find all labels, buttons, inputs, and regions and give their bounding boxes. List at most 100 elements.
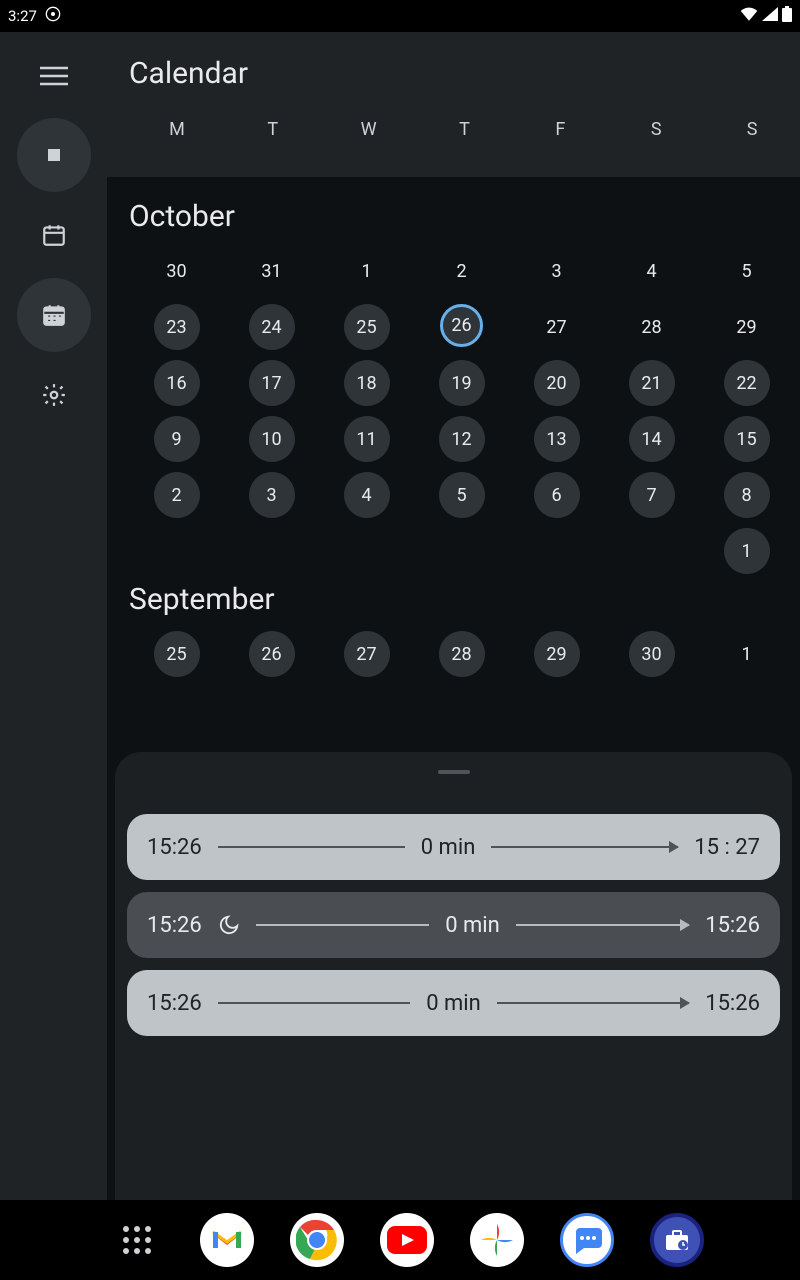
weekday-label: T: [417, 119, 513, 140]
calendar-day[interactable]: 18: [344, 360, 390, 406]
calendar-day[interactable]: 4: [629, 248, 675, 294]
sidebar: [0, 32, 107, 1200]
entry-duration: 0 min: [421, 835, 476, 860]
calendar-day[interactable]: 27: [534, 304, 580, 350]
battery-icon: [782, 6, 792, 26]
app-youtube[interactable]: [380, 1213, 434, 1267]
app-messages[interactable]: [560, 1213, 614, 1267]
wifi-icon: [740, 7, 758, 25]
calendar-day[interactable]: 20: [534, 360, 580, 406]
weekday-label: M: [129, 119, 225, 140]
calendar-day[interactable]: 8: [724, 472, 770, 518]
entry-duration: 0 min: [445, 913, 500, 938]
messages-icon: [572, 1226, 602, 1254]
calendar-day[interactable]: 31: [249, 248, 295, 294]
nav-bar: [0, 1200, 800, 1280]
calendar-day[interactable]: 1: [724, 631, 770, 677]
weekday-label: S: [608, 119, 704, 140]
calendar-day[interactable]: 1: [724, 528, 770, 574]
time-entry[interactable]: 15:26 0 min 15:26: [127, 892, 780, 958]
time-entry[interactable]: 15:260 min15 : 27: [127, 814, 780, 880]
calendar-day: [344, 528, 390, 574]
calendar-day[interactable]: 14: [629, 416, 675, 462]
entry-arrow: [491, 846, 678, 848]
calendar-day[interactable]: 19: [439, 360, 485, 406]
calendar-day[interactable]: 13: [534, 416, 580, 462]
entry-duration: 0 min: [426, 991, 481, 1016]
calendar-day[interactable]: 29: [724, 304, 770, 350]
weekday-label: W: [321, 119, 417, 140]
entry-end: 15:26: [705, 913, 760, 938]
calendar-day[interactable]: 3: [249, 472, 295, 518]
calendar-day[interactable]: 4: [344, 472, 390, 518]
sidebar-item-month[interactable]: [17, 278, 91, 352]
app-drawer-button[interactable]: [110, 1213, 164, 1267]
calendar-day[interactable]: 11: [344, 416, 390, 462]
header: Calendar MTWTFSS: [107, 32, 800, 177]
calendar-day[interactable]: 30: [154, 248, 200, 294]
calendar-day[interactable]: 29: [534, 631, 580, 677]
app-photos[interactable]: [470, 1213, 524, 1267]
calendar-day[interactable]: 15: [724, 416, 770, 462]
calendar-day[interactable]: 5: [439, 472, 485, 518]
app-chrome[interactable]: [290, 1213, 344, 1267]
page-title: Calendar: [129, 32, 800, 119]
calendar-day[interactable]: 30: [629, 631, 675, 677]
calendar-day[interactable]: 22: [724, 360, 770, 406]
stop-icon: [48, 149, 60, 161]
calendar-day[interactable]: 2: [154, 472, 200, 518]
calendar-day[interactable]: 25: [344, 304, 390, 350]
calendar-day[interactable]: 5: [724, 248, 770, 294]
calendar-day[interactable]: 25: [154, 631, 200, 677]
entry-line: [218, 1002, 410, 1004]
calendar-day[interactable]: 2: [439, 248, 485, 294]
weekday-label: S: [704, 119, 800, 140]
photos-icon: [479, 1222, 515, 1258]
sidebar-item-day[interactable]: [17, 198, 91, 272]
chrome-icon: [296, 1219, 338, 1261]
entry-end: 15:26: [705, 991, 760, 1016]
entry-arrow: [497, 1002, 689, 1004]
calendar-day[interactable]: 28: [629, 304, 675, 350]
entry-line: [218, 846, 405, 848]
weekday-row: MTWTFSS: [129, 119, 800, 140]
calendar-day[interactable]: 9: [154, 416, 200, 462]
calendar-day[interactable]: 7: [629, 472, 675, 518]
youtube-icon: [387, 1226, 427, 1254]
calendar-day[interactable]: 28: [439, 631, 485, 677]
calendar-day[interactable]: 24: [249, 304, 295, 350]
month-label: October: [129, 199, 794, 234]
app-work[interactable]: [650, 1213, 704, 1267]
calendar-day[interactable]: 12: [439, 416, 485, 462]
sidebar-item-record[interactable]: [17, 118, 91, 192]
calendar-month-icon: [41, 302, 67, 328]
calendar-day[interactable]: 1: [344, 248, 390, 294]
calendar-day[interactable]: 6: [534, 472, 580, 518]
hamburger-icon: [40, 66, 68, 86]
calendar-day[interactable]: 10: [249, 416, 295, 462]
calendar-day-icon: [41, 222, 67, 248]
app-drawer-icon: [123, 1226, 151, 1254]
calendar-day: [534, 528, 580, 574]
app-gmail[interactable]: [200, 1213, 254, 1267]
calendar-day[interactable]: 17: [249, 360, 295, 406]
calendar-day[interactable]: 26: [249, 631, 295, 677]
calendar-day[interactable]: 21: [629, 360, 675, 406]
calendar-day: [439, 528, 485, 574]
calendar-day[interactable]: 3: [534, 248, 580, 294]
time-entry[interactable]: 15:260 min15:26: [127, 970, 780, 1036]
drag-handle[interactable]: [438, 770, 470, 774]
menu-button[interactable]: [28, 50, 80, 102]
calendar-day[interactable]: 26: [440, 304, 483, 347]
month-label: September: [129, 582, 794, 617]
sidebar-item-settings[interactable]: [17, 358, 91, 432]
cellular-icon: [762, 7, 778, 25]
calendar-day[interactable]: 16: [154, 360, 200, 406]
status-bar: 3:27: [0, 0, 800, 32]
entry-start: 15:26: [147, 835, 202, 860]
calendar-day: [249, 528, 295, 574]
briefcase-icon: [664, 1228, 690, 1252]
calendar-day[interactable]: 27: [344, 631, 390, 677]
calendar-day[interactable]: 23: [154, 304, 200, 350]
entry-start: 15:26: [147, 913, 202, 938]
